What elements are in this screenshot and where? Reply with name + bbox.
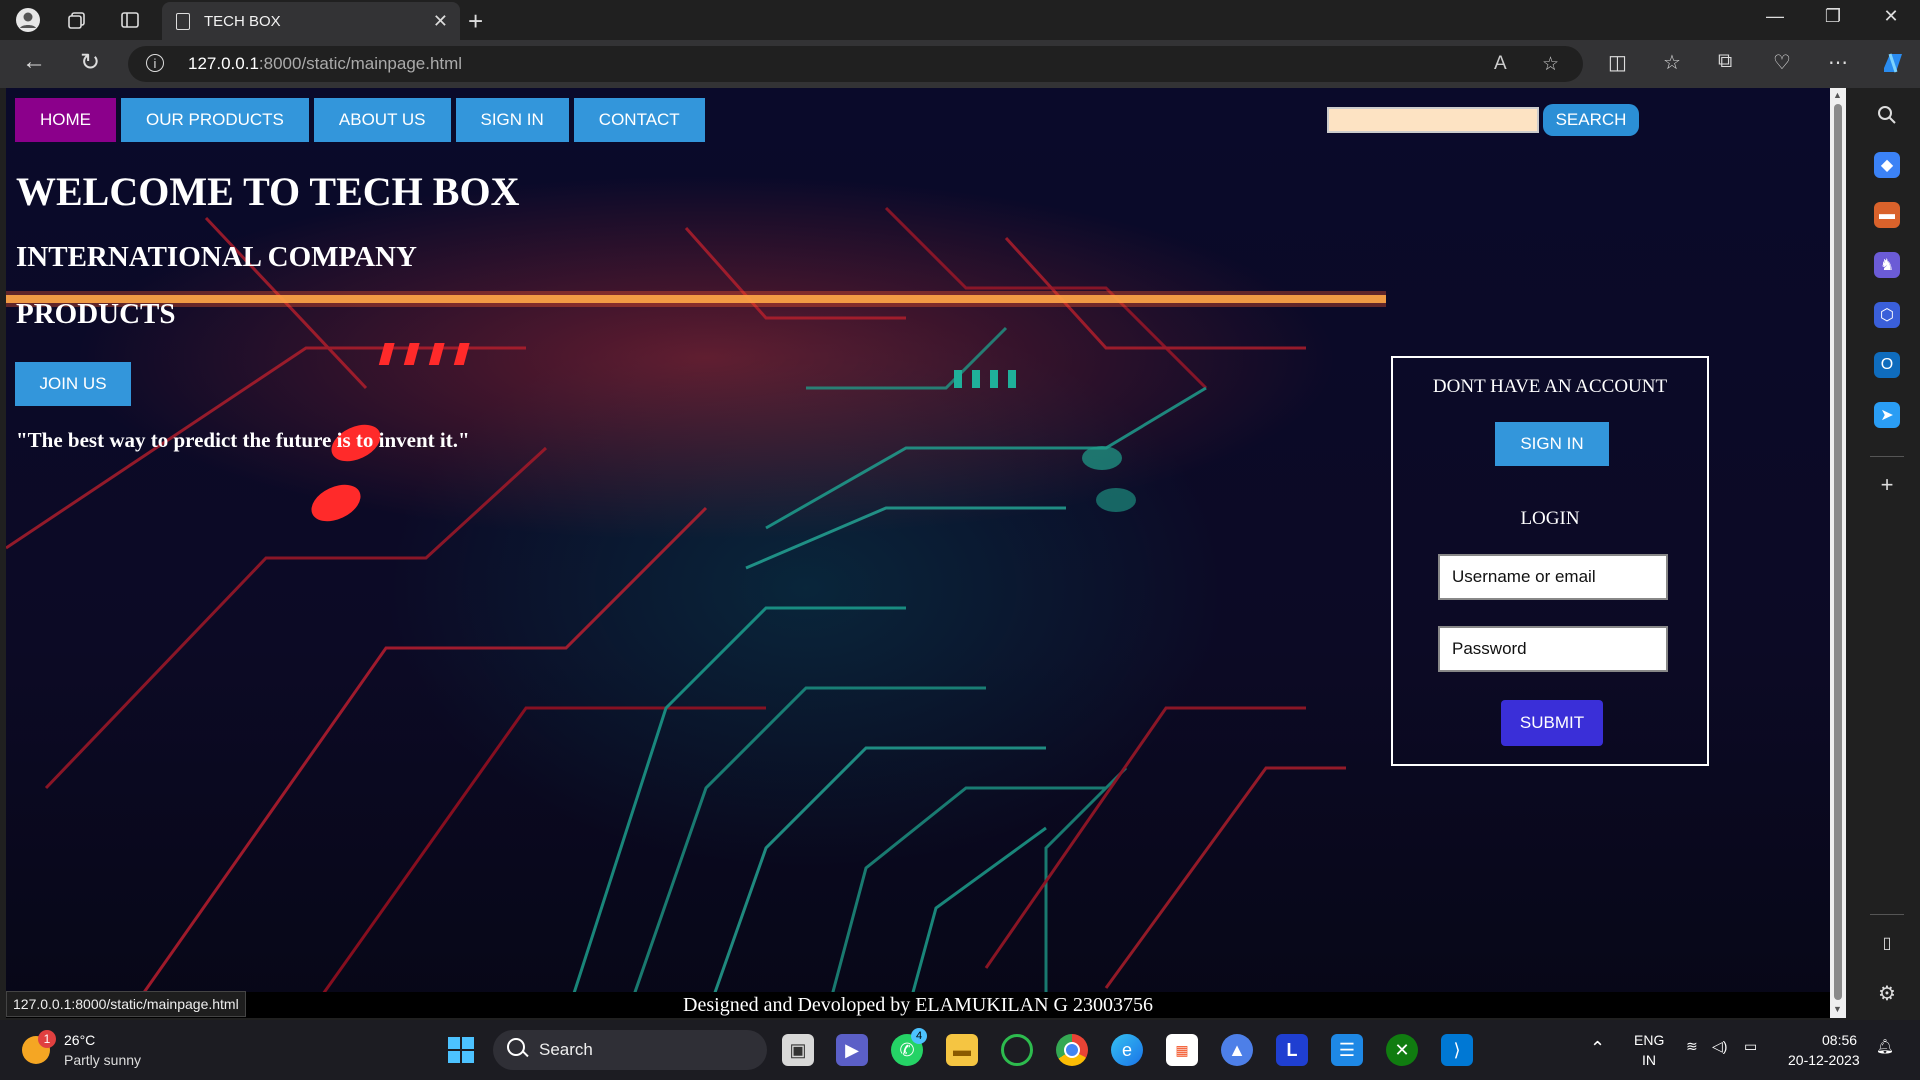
nav-about-us[interactable]: ABOUT US <box>313 98 451 142</box>
windows-taskbar: 1 26°C Partly sunny Search ▣ ▶ ✆ 4 ▬ e ▦ … <box>0 1020 1920 1080</box>
vscode-icon[interactable]: ⟩ <box>1441 1034 1473 1066</box>
weather-badge: 1 <box>38 1030 56 1048</box>
scroll-up-icon[interactable]: ▲ <box>1833 90 1842 100</box>
volume-icon[interactable]: ◁) <box>1712 1038 1727 1055</box>
more-options-icon[interactable]: ⋯ <box>1828 50 1848 75</box>
scroll-down-icon[interactable]: ▼ <box>1833 1004 1842 1014</box>
whatsapp-badge: 4 <box>911 1028 927 1044</box>
tab-title: TECH BOX <box>204 12 281 30</box>
search-magnifier-icon <box>507 1038 525 1056</box>
login-heading: LOGIN <box>1520 508 1580 529</box>
status-url-tooltip: 127.0.0.1:8000/static/mainpage.html <box>6 991 246 1017</box>
notification-bell-icon[interactable]: 🔔︎ <box>1876 1038 1894 1055</box>
nav-contact[interactable]: CONTACT <box>573 98 705 142</box>
search-input[interactable] <box>1327 107 1539 133</box>
hide-sidebar-icon[interactable]: ▯ <box>1874 930 1900 956</box>
tab-actions-icon[interactable] <box>116 8 144 32</box>
notepad-icon[interactable]: ☰ <box>1331 1034 1363 1066</box>
teams-chat-icon[interactable]: ▶ <box>836 1034 868 1066</box>
profile-icon[interactable] <box>14 8 42 32</box>
lang-bottom[interactable]: IN <box>1642 1052 1656 1068</box>
subtitle-line-1: INTERNATIONAL COMPANY <box>16 241 417 273</box>
wifi-icon[interactable]: ≋ <box>1686 1038 1698 1055</box>
settings-gear-icon[interactable]: ⚙ <box>1874 980 1900 1006</box>
chevron-up-icon[interactable]: ⌃ <box>1590 1038 1605 1059</box>
xbox-icon[interactable]: ✕ <box>1386 1034 1418 1066</box>
weather-temp: 26°C <box>64 1032 96 1048</box>
split-screen-icon[interactable]: ◫ <box>1608 50 1627 75</box>
search-icon[interactable] <box>1874 102 1900 128</box>
chrome-icon[interactable] <box>1056 1034 1088 1066</box>
scrollbar-thumb[interactable] <box>1834 104 1842 1000</box>
read-aloud-icon[interactable]: A <box>1494 53 1507 75</box>
page-footer: Designed and Devoloped by ELAMUKILAN G 2… <box>6 992 1830 1018</box>
tools-icon[interactable]: ▬ <box>1874 202 1900 228</box>
page-title: WELCOME TO TECH BOX <box>16 169 520 214</box>
main-nav: HOME OUR PRODUCTS ABOUT US SIGN IN CONTA… <box>15 98 705 142</box>
clock-date[interactable]: 20-12-2023 <box>1788 1052 1860 1068</box>
browser-essentials-icon[interactable]: ♡ <box>1773 50 1791 75</box>
refresh-icon[interactable]: ↻ <box>72 48 108 77</box>
submit-button[interactable]: SUBMIT <box>1501 700 1603 746</box>
favorite-star-icon[interactable]: ☆ <box>1542 53 1559 76</box>
quote-text: "The best way to predict the future is t… <box>16 428 470 452</box>
file-explorer-icon[interactable]: ▬ <box>946 1034 978 1066</box>
nav-sign-in[interactable]: SIGN IN <box>455 98 569 142</box>
password-field[interactable]: Password <box>1438 626 1668 672</box>
games-icon[interactable]: ♞ <box>1874 252 1900 278</box>
favorites-icon[interactable]: ☆ <box>1663 50 1681 75</box>
proton-vpn-icon[interactable]: ▲ <box>1221 1034 1253 1066</box>
page-viewport: HOME OUR PRODUCTS ABOUT US SIGN IN CONTA… <box>6 88 1846 1018</box>
windows-start-icon[interactable] <box>445 1034 477 1066</box>
drop-icon[interactable]: ➤ <box>1874 402 1900 428</box>
refresh-app-icon[interactable] <box>1001 1034 1033 1066</box>
l-app-icon[interactable]: L <box>1276 1034 1308 1066</box>
whatsapp-icon[interactable]: ✆ 4 <box>891 1028 927 1066</box>
edge-sidebar: ◆ ▬ ♞ ⬡ O ➤ + ▯ ⚙ <box>1854 88 1920 1020</box>
lang-top[interactable]: ENG <box>1634 1032 1664 1048</box>
workspaces-icon[interactable] <box>63 8 91 32</box>
back-arrow-icon[interactable]: ← <box>16 48 52 76</box>
restore-icon[interactable]: ❐ <box>1813 6 1853 27</box>
nav-our-products[interactable]: OUR PRODUCTS <box>121 98 309 142</box>
site-info-icon[interactable]: i <box>146 54 164 72</box>
taskbar-search-label: Search <box>539 1040 593 1059</box>
task-view-icon[interactable]: ▣ <box>782 1034 814 1066</box>
no-account-heading: DONT HAVE AN ACCOUNT <box>1432 376 1668 397</box>
minimize-icon[interactable]: — <box>1755 6 1795 27</box>
microsoft365-icon[interactable]: ⬡ <box>1874 302 1900 328</box>
url-text[interactable]: 127.0.0.1:8000/static/mainpage.html <box>188 54 462 74</box>
battery-icon[interactable]: ▭ <box>1744 1038 1757 1055</box>
join-us-button[interactable]: JOIN US <box>15 362 131 406</box>
edge-icon[interactable]: e <box>1111 1034 1143 1066</box>
nav-home[interactable]: HOME <box>15 98 116 142</box>
collections-icon[interactable]: ⧉ <box>1718 50 1732 73</box>
copilot-icon[interactable] <box>1880 50 1906 82</box>
page-icon <box>176 12 190 30</box>
add-icon[interactable]: + <box>1874 472 1900 498</box>
shopping-icon[interactable]: ◆ <box>1874 152 1900 178</box>
address-bar[interactable]: i 127.0.0.1:8000/static/mainpage.html A … <box>128 46 1583 82</box>
outlook-icon[interactable]: O <box>1874 352 1900 378</box>
subtitle-line-2: PRODUCTS <box>16 298 176 330</box>
new-tab-button[interactable]: + <box>468 6 483 37</box>
login-panel: DONT HAVE AN ACCOUNT SIGN IN LOGIN Usern… <box>1391 356 1709 766</box>
window-close-icon[interactable]: ✕ <box>1871 6 1911 27</box>
page-scrollbar[interactable]: ▲ ▼ <box>1830 88 1846 1018</box>
address-toolbar: ← ↻ i 127.0.0.1:8000/static/mainpage.htm… <box>0 40 1920 88</box>
panel-sign-in-button[interactable]: SIGN IN <box>1495 422 1609 466</box>
browser-tab[interactable]: TECH BOX ✕ <box>162 2 460 40</box>
ms-store-icon[interactable]: ▦ <box>1166 1034 1198 1066</box>
taskbar-search[interactable]: Search <box>493 1030 767 1070</box>
weather-desc: Partly sunny <box>64 1052 142 1068</box>
username-field[interactable]: Username or email <box>1438 554 1668 600</box>
browser-titlebar: TECH BOX ✕ + — ❐ ✕ <box>0 0 1920 40</box>
close-tab-icon[interactable]: ✕ <box>433 11 448 32</box>
search-button[interactable]: SEARCH <box>1543 104 1639 136</box>
clock-time[interactable]: 08:56 <box>1822 1032 1857 1048</box>
